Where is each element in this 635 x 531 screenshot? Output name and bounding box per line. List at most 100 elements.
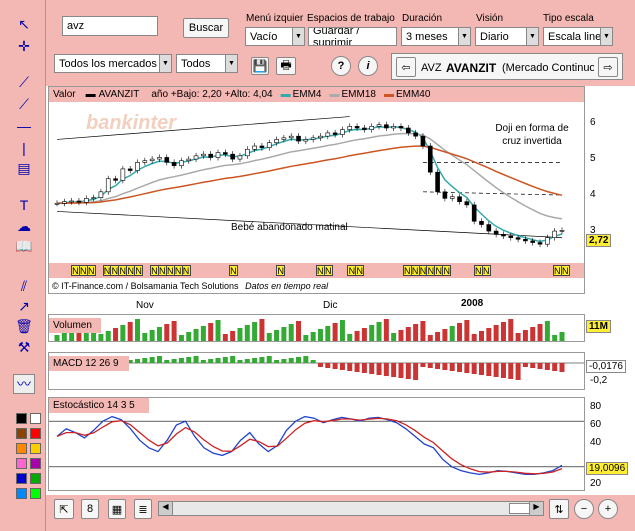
news-marker[interactable]: N xyxy=(355,265,365,276)
duration-select[interactable]: 3 meses ▼ xyxy=(401,27,471,46)
color-purple[interactable] xyxy=(30,458,41,469)
ema-18-line xyxy=(56,132,563,220)
macd-bar xyxy=(142,358,148,363)
arrow-line-icon[interactable]: ↗ xyxy=(13,296,35,316)
horizontal-scrollbar[interactable]: ◀ ▶ xyxy=(158,501,544,516)
volume-bar xyxy=(259,319,265,341)
cursor-icon[interactable]: ↖ xyxy=(13,14,35,34)
volume-bar xyxy=(544,321,550,341)
trend-line-icon[interactable]: ⟋ xyxy=(13,72,35,92)
volume-bar xyxy=(296,321,302,341)
zoom-in-icon[interactable]: + xyxy=(598,499,618,519)
menu-izq-select[interactable]: Vacío ▼ xyxy=(245,27,305,46)
parallel-lines-icon[interactable]: ⫽ xyxy=(13,276,35,296)
news-marker[interactable]: N xyxy=(86,265,96,276)
news-marker[interactable]: N xyxy=(442,265,452,276)
trend-line-extended-icon[interactable]: ⟋ xyxy=(13,94,35,114)
color-brown[interactable] xyxy=(16,428,27,439)
candle xyxy=(369,126,375,130)
fibonacci-icon[interactable]: ▤ xyxy=(13,158,35,178)
candle xyxy=(486,224,492,232)
type-select[interactable]: Todos ▼ xyxy=(176,54,238,73)
info-icon[interactable]: i xyxy=(358,56,378,76)
save-icon[interactable]: 💾 xyxy=(251,57,269,75)
print-icon[interactable]: 🖶 xyxy=(276,57,296,75)
volume-bar xyxy=(244,325,250,341)
tools-icon[interactable]: ⚒ xyxy=(13,337,35,357)
color-orange[interactable] xyxy=(16,443,27,454)
stoch-d-line xyxy=(56,417,563,475)
horizontal-line-icon[interactable]: — xyxy=(13,116,35,136)
volume-bar xyxy=(303,335,309,341)
candle xyxy=(464,201,470,206)
search-input[interactable] xyxy=(62,16,158,36)
next-instrument-icon[interactable]: ⇨ xyxy=(598,57,618,77)
candle xyxy=(149,158,155,162)
color-yellow[interactable] xyxy=(30,443,41,454)
news-marker[interactable]: N xyxy=(181,265,191,276)
candle xyxy=(420,135,426,147)
candle xyxy=(127,168,133,171)
indicators-icon[interactable]: 8 xyxy=(81,499,99,519)
stoch-tick-60: 60 xyxy=(590,419,602,430)
zoom-crosshair-icon[interactable]: ✛ xyxy=(13,36,35,56)
macd-bar xyxy=(515,363,521,380)
volume-bar xyxy=(427,335,433,341)
news-marker[interactable]: N xyxy=(276,265,286,276)
export-chart-icon[interactable]: ⇱ xyxy=(54,499,74,519)
fit-zoom-icon[interactable]: ⇅ xyxy=(549,499,569,519)
macd-bar xyxy=(266,356,272,363)
previous-instrument-icon[interactable]: ⇦ xyxy=(396,57,416,77)
news-marker[interactable]: N xyxy=(228,265,238,276)
trash-icon[interactable]: 🗑 xyxy=(13,316,35,336)
help-icon[interactable]: ? xyxy=(331,56,351,76)
candle xyxy=(310,137,316,140)
text-icon[interactable]: T xyxy=(13,195,35,215)
vertical-line-icon[interactable]: | xyxy=(13,138,35,158)
volume-bar xyxy=(478,331,484,341)
color-lime[interactable] xyxy=(30,488,41,499)
chevron-down-icon: ▼ xyxy=(526,28,538,45)
news-marker[interactable]: N xyxy=(560,265,570,276)
scroll-thumb[interactable] xyxy=(509,503,531,514)
spreadsheet-icon[interactable]: ▦ xyxy=(108,499,126,519)
color-white[interactable] xyxy=(30,413,41,424)
color-red[interactable] xyxy=(30,428,41,439)
chevron-down-icon: ▼ xyxy=(600,28,612,45)
news-marker[interactable]: N xyxy=(134,265,144,276)
candle xyxy=(186,158,192,162)
scale-select[interactable]: Escala lineal ▼ xyxy=(543,27,613,46)
zoom-out-icon[interactable]: − xyxy=(574,499,594,519)
volume-bar xyxy=(464,320,470,341)
macd-bar xyxy=(376,363,382,375)
volume-bar xyxy=(310,332,316,341)
volume-bar xyxy=(332,323,338,341)
book-icon[interactable]: 📖 xyxy=(13,236,35,256)
volume-bar xyxy=(354,331,360,341)
candle xyxy=(98,191,104,199)
macd-bar xyxy=(171,359,177,363)
volume-bar xyxy=(413,324,419,341)
color-blue[interactable] xyxy=(16,473,27,484)
search-button[interactable]: Buscar xyxy=(183,18,229,38)
comment-icon[interactable]: ☁ xyxy=(13,216,35,236)
macd-bar xyxy=(339,363,345,370)
volume-bar xyxy=(449,326,455,341)
instrument-market: (Mercado Continuo) xyxy=(502,62,594,74)
color-black[interactable] xyxy=(16,413,27,424)
candle xyxy=(142,160,148,163)
news-marker[interactable]: N xyxy=(481,265,491,276)
scroll-left-icon[interactable]: ◀ xyxy=(159,502,173,515)
candle xyxy=(479,220,484,225)
macd-bar xyxy=(237,360,243,363)
market-select[interactable]: Todos los mercados ▼ xyxy=(54,54,172,73)
scroll-right-icon[interactable]: ▶ xyxy=(529,502,543,515)
vision-select[interactable]: Diario ▼ xyxy=(475,27,539,46)
color-green[interactable] xyxy=(30,473,41,484)
color-lightblue[interactable] xyxy=(16,488,27,499)
layers-icon[interactable]: ≣ xyxy=(134,499,152,519)
workspaces-select[interactable]: Guardar / suprimir xyxy=(308,27,397,46)
color-pink[interactable] xyxy=(16,458,27,469)
indicator-icon[interactable]: 〰 xyxy=(13,374,35,394)
news-marker[interactable]: N xyxy=(323,265,333,276)
